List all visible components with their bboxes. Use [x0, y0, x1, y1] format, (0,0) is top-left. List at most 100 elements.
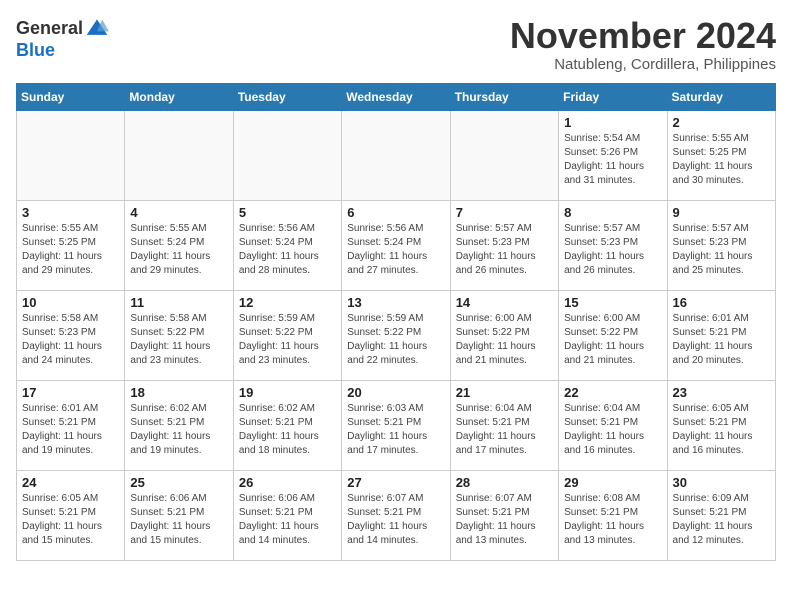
day-number: 9	[673, 205, 770, 220]
page-header: General Blue November 2024 Natubleng, Co…	[16, 16, 776, 73]
day-number: 11	[130, 295, 227, 310]
weekday-header-monday: Monday	[125, 83, 233, 110]
day-info: Sunrise: 6:06 AMSunset: 5:21 PMDaylight:…	[239, 492, 336, 548]
logo-icon	[85, 16, 109, 40]
week-row-1: 1Sunrise: 5:54 AMSunset: 5:26 PMDaylight…	[17, 110, 776, 200]
day-number: 1	[564, 115, 661, 130]
day-info: Sunrise: 6:02 AMSunset: 5:21 PMDaylight:…	[130, 402, 227, 458]
calendar-cell	[450, 110, 558, 200]
calendar-cell: 14Sunrise: 6:00 AMSunset: 5:22 PMDayligh…	[450, 290, 558, 380]
weekday-header-wednesday: Wednesday	[342, 83, 450, 110]
weekday-header-sunday: Sunday	[17, 83, 125, 110]
calendar-cell: 29Sunrise: 6:08 AMSunset: 5:21 PMDayligh…	[559, 470, 667, 560]
day-number: 2	[673, 115, 770, 130]
calendar-cell: 30 Sunrise: 6:09 AMSunset: 5:21 PMDayligh…	[667, 470, 775, 560]
calendar-cell: 4Sunrise: 5:55 AMSunset: 5:24 PMDaylight…	[125, 200, 233, 290]
day-number: 19	[239, 385, 336, 400]
calendar-cell: 19 Sunrise: 6:02 AMSunset: 5:21 PMDayligh…	[233, 380, 341, 470]
calendar-cell: 12 Sunrise: 5:59 AMSunset: 5:22 PMDayligh…	[233, 290, 341, 380]
day-info: Sunrise: 5:57 AMSunset: 5:23 PMDaylight:…	[456, 222, 553, 278]
week-row-2: 3 Sunrise: 5:55 AMSunset: 5:25 PMDaylight…	[17, 200, 776, 290]
calendar-cell: 6 Sunrise: 5:56 AMSunset: 5:24 PMDaylight…	[342, 200, 450, 290]
calendar-cell: 23Sunrise: 6:05 AMSunset: 5:21 PMDayligh…	[667, 380, 775, 470]
day-number: 8	[564, 205, 661, 220]
week-row-4: 17 Sunrise: 6:01 AMSunset: 5:21 PMDayligh…	[17, 380, 776, 470]
day-info: Sunrise: 6:00 AMSunset: 5:22 PMDaylight:…	[564, 312, 661, 368]
calendar-cell: 21 Sunrise: 6:04 AMSunset: 5:21 PMDayligh…	[450, 380, 558, 470]
day-number: 12	[239, 295, 336, 310]
day-number: 3	[22, 205, 119, 220]
calendar-cell: 15Sunrise: 6:00 AMSunset: 5:22 PMDayligh…	[559, 290, 667, 380]
day-info: Sunrise: 5:55 AMSunset: 5:25 PMDaylight:…	[673, 132, 770, 188]
calendar-cell: 10 Sunrise: 5:58 AMSunset: 5:23 PMDayligh…	[17, 290, 125, 380]
calendar-cell	[342, 110, 450, 200]
day-number: 21	[456, 385, 553, 400]
day-info: Sunrise: 5:57 AMSunset: 5:23 PMDaylight:…	[564, 222, 661, 278]
day-number: 13	[347, 295, 444, 310]
calendar-cell: 22 Sunrise: 6:04 AMSunset: 5:21 PMDayligh…	[559, 380, 667, 470]
day-info: Sunrise: 5:58 AMSunset: 5:22 PMDaylight:…	[130, 312, 227, 368]
day-info: Sunrise: 6:01 AMSunset: 5:21 PMDaylight:…	[673, 312, 770, 368]
calendar-cell: 27 Sunrise: 6:07 AMSunset: 5:21 PMDayligh…	[342, 470, 450, 560]
day-number: 18	[130, 385, 227, 400]
day-info: Sunrise: 5:55 AMSunset: 5:24 PMDaylight:…	[130, 222, 227, 278]
week-row-5: 24 Sunrise: 6:05 AMSunset: 5:21 PMDayligh…	[17, 470, 776, 560]
day-info: Sunrise: 5:59 AMSunset: 5:22 PMDaylight:…	[239, 312, 336, 368]
calendar-cell: 7 Sunrise: 5:57 AMSunset: 5:23 PMDaylight…	[450, 200, 558, 290]
weekday-header-tuesday: Tuesday	[233, 83, 341, 110]
day-info: Sunrise: 6:05 AMSunset: 5:21 PMDaylight:…	[22, 492, 119, 548]
calendar-cell: 20 Sunrise: 6:03 AMSunset: 5:21 PMDayligh…	[342, 380, 450, 470]
calendar-cell	[125, 110, 233, 200]
day-info: Sunrise: 6:03 AMSunset: 5:21 PMDaylight:…	[347, 402, 444, 458]
calendar-cell: 25 Sunrise: 6:06 AMSunset: 5:21 PMDayligh…	[125, 470, 233, 560]
day-number: 14	[456, 295, 553, 310]
day-number: 16	[673, 295, 770, 310]
weekday-header-friday: Friday	[559, 83, 667, 110]
day-number: 7	[456, 205, 553, 220]
day-number: 26	[239, 475, 336, 490]
day-number: 24	[22, 475, 119, 490]
day-info: Sunrise: 6:02 AMSunset: 5:21 PMDaylight:…	[239, 402, 336, 458]
day-info: Sunrise: 5:56 AMSunset: 5:24 PMDaylight:…	[347, 222, 444, 278]
weekday-header-row: SundayMondayTuesdayWednesdayThursdayFrid…	[17, 83, 776, 110]
day-info: Sunrise: 6:09 AMSunset: 5:21 PMDaylight:…	[673, 492, 770, 548]
calendar-cell: 8 Sunrise: 5:57 AMSunset: 5:23 PMDaylight…	[559, 200, 667, 290]
day-info: Sunrise: 5:59 AMSunset: 5:22 PMDaylight:…	[347, 312, 444, 368]
day-number: 25	[130, 475, 227, 490]
day-info: Sunrise: 6:04 AMSunset: 5:21 PMDaylight:…	[456, 402, 553, 458]
calendar-cell: 26 Sunrise: 6:06 AMSunset: 5:21 PMDayligh…	[233, 470, 341, 560]
day-info: Sunrise: 6:06 AMSunset: 5:21 PMDaylight:…	[130, 492, 227, 548]
day-number: 10	[22, 295, 119, 310]
calendar-cell: 2 Sunrise: 5:55 AMSunset: 5:25 PMDaylight…	[667, 110, 775, 200]
calendar-table: SundayMondayTuesdayWednesdayThursdayFrid…	[16, 83, 776, 561]
day-info: Sunrise: 5:57 AMSunset: 5:23 PMDaylight:…	[673, 222, 770, 278]
calendar-cell: 17 Sunrise: 6:01 AMSunset: 5:21 PMDayligh…	[17, 380, 125, 470]
calendar-cell: 28Sunrise: 6:07 AMSunset: 5:21 PMDayligh…	[450, 470, 558, 560]
day-number: 5	[239, 205, 336, 220]
day-number: 30	[673, 475, 770, 490]
day-number: 20	[347, 385, 444, 400]
calendar-cell: 5 Sunrise: 5:56 AMSunset: 5:24 PMDaylight…	[233, 200, 341, 290]
day-info: Sunrise: 5:58 AMSunset: 5:23 PMDaylight:…	[22, 312, 119, 368]
calendar-cell: 11 Sunrise: 5:58 AMSunset: 5:22 PMDayligh…	[125, 290, 233, 380]
day-number: 17	[22, 385, 119, 400]
month-title: November 2024	[510, 16, 776, 56]
location-subtitle: Natubleng, Cordillera, Philippines	[510, 56, 776, 73]
day-number: 27	[347, 475, 444, 490]
calendar-cell: 9 Sunrise: 5:57 AMSunset: 5:23 PMDaylight…	[667, 200, 775, 290]
day-number: 29	[564, 475, 661, 490]
day-info: Sunrise: 6:04 AMSunset: 5:21 PMDaylight:…	[564, 402, 661, 458]
calendar-cell: 3 Sunrise: 5:55 AMSunset: 5:25 PMDaylight…	[17, 200, 125, 290]
day-number: 22	[564, 385, 661, 400]
day-info: Sunrise: 6:01 AMSunset: 5:21 PMDaylight:…	[22, 402, 119, 458]
calendar-cell: 1Sunrise: 5:54 AMSunset: 5:26 PMDaylight…	[559, 110, 667, 200]
title-area: November 2024 Natubleng, Cordillera, Phi…	[510, 16, 776, 73]
weekday-header-thursday: Thursday	[450, 83, 558, 110]
day-info: Sunrise: 5:56 AMSunset: 5:24 PMDaylight:…	[239, 222, 336, 278]
day-number: 6	[347, 205, 444, 220]
day-info: Sunrise: 6:07 AMSunset: 5:21 PMDaylight:…	[347, 492, 444, 548]
day-info: Sunrise: 5:55 AMSunset: 5:25 PMDaylight:…	[22, 222, 119, 278]
calendar-cell: 18 Sunrise: 6:02 AMSunset: 5:21 PMDayligh…	[125, 380, 233, 470]
day-info: Sunrise: 6:05 AMSunset: 5:21 PMDaylight:…	[673, 402, 770, 458]
logo-blue-text: Blue	[16, 40, 55, 61]
